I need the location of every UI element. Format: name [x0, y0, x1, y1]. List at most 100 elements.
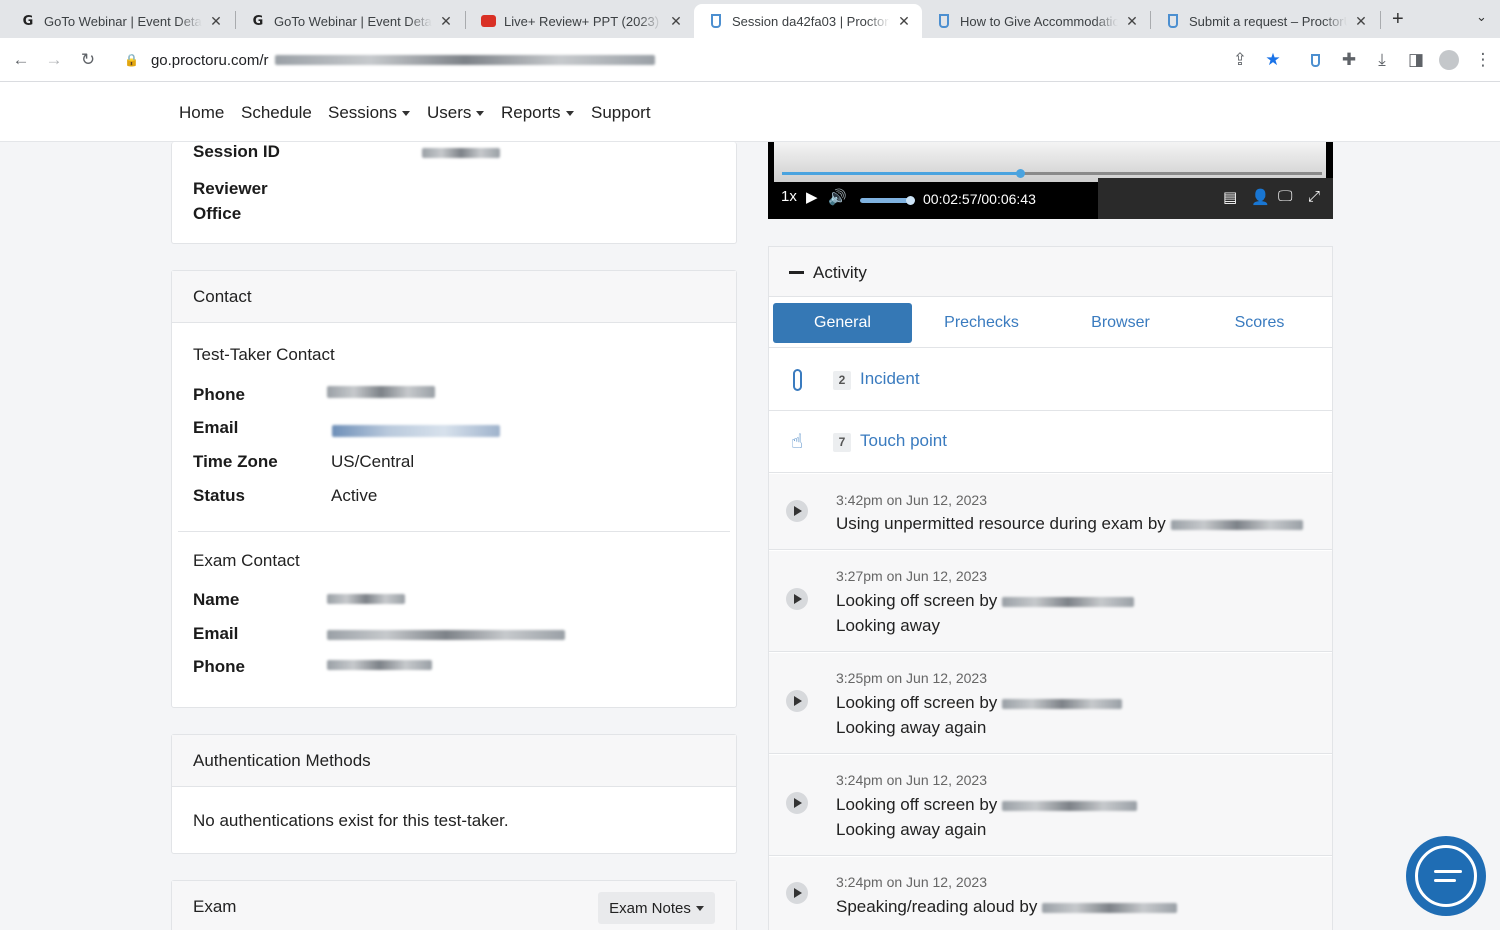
volume-icon[interactable]: 🔊 [828, 188, 847, 206]
session-details-card: Session ID Reviewer Office [171, 142, 737, 244]
play-event-icon[interactable] [786, 500, 808, 522]
activity-event[interactable]: 3:27pm on Jun 12, 2023 Looking off scree… [769, 551, 1332, 652]
browser-tab-3[interactable]: Live+ Review+ PPT (2023) ✕ [466, 4, 694, 38]
play-event-icon[interactable] [786, 792, 808, 814]
reload-icon[interactable]: ↻ [77, 49, 99, 71]
exam-contact-title: Exam Contact [193, 551, 300, 570]
video-frame [774, 142, 1326, 182]
play-event-icon[interactable] [786, 690, 808, 712]
bookmark-star-icon[interactable]: ★ [1262, 49, 1284, 71]
activity-event[interactable]: 3:42pm on Jun 12, 2023 Using unpermitted… [769, 474, 1332, 550]
play-event-icon[interactable] [786, 882, 808, 904]
browser-tab-4-active[interactable]: Session da42fa03 | ProctorU ✕ [694, 4, 922, 38]
redacted-url [274, 55, 655, 65]
close-tab-icon[interactable]: ✕ [668, 13, 684, 30]
browser-tab-5[interactable]: How to Give Accommodations ✕ [922, 4, 1150, 38]
browser-toolbar: ← → ↻ 🔒 go.proctoru.com/r ⇪ ★ ✚ ⤓ ◨ ⋮ [0, 38, 1500, 82]
close-tab-icon[interactable]: ✕ [1124, 13, 1140, 30]
nav-reports-label: Reports [501, 103, 561, 122]
browser-tab-1[interactable]: G GoTo Webinar | Event Detail ✕ [6, 4, 234, 38]
download-icon[interactable]: ⤓ [1371, 49, 1393, 71]
nav-home[interactable]: Home [179, 103, 224, 123]
activity-event[interactable]: 3:25pm on Jun 12, 2023 Looking off scree… [769, 653, 1332, 754]
nav-reports-dropdown[interactable]: Reports [501, 103, 574, 123]
event-timestamp: 3:24pm on Jun 12, 2023 [836, 772, 988, 788]
browser-tab-2[interactable]: G GoTo Webinar | Event Detail ✕ [236, 4, 464, 38]
caret-down-icon [476, 111, 485, 117]
activity-event[interactable]: 3:24pm on Jun 12, 2023 Looking off scree… [769, 755, 1332, 856]
event-text-label: Using unpermitted resource during exam b… [836, 514, 1166, 533]
event-text-label: Looking off screen by [836, 795, 998, 814]
play-event-icon[interactable] [786, 588, 808, 610]
lock-icon: 🔒 [124, 53, 139, 67]
activity-event[interactable]: 3:24pm on Jun 12, 2023 Speaking/reading … [769, 857, 1332, 930]
thermometer-icon [785, 367, 809, 393]
side-panel-icon[interactable]: ◨ [1405, 49, 1427, 71]
close-tab-icon[interactable]: ✕ [896, 13, 912, 30]
scrubber-handle[interactable] [1015, 169, 1025, 178]
volume-handle[interactable] [906, 196, 915, 205]
slides-icon [480, 13, 496, 29]
time-zone-value: US/Central [331, 452, 415, 471]
session-video-player[interactable]: 1x ▶ 🔊 00:02:57/00:06:43 ▤ 👤 🖵 ⤢ [768, 142, 1333, 219]
tab-general[interactable]: General [773, 303, 912, 343]
touch-point-label: Touch point [860, 431, 947, 450]
event-text: Looking off screen by [836, 795, 1138, 815]
session-id-label: Session ID [193, 142, 280, 161]
volume-slider[interactable] [860, 196, 915, 205]
nav-support[interactable]: Support [591, 103, 651, 123]
tab-browser[interactable]: Browser [1051, 303, 1190, 343]
video-scrubber[interactable] [782, 169, 1322, 178]
proctoru-extension-icon[interactable] [1304, 49, 1326, 71]
test-taker-contact-title: Test-Taker Contact [193, 345, 335, 364]
nav-schedule[interactable]: Schedule [241, 103, 312, 123]
activity-tabs: General Prechecks Browser Scores [769, 298, 1332, 348]
no-authentications-text: No authentications exist for this test-t… [193, 811, 509, 830]
caret-down-icon [565, 111, 574, 117]
proctoru-icon [708, 13, 724, 29]
close-tab-icon[interactable]: ✕ [438, 13, 454, 30]
tab-scores[interactable]: Scores [1190, 303, 1329, 343]
category-touch-point[interactable]: ☝ 7 Touch point [769, 411, 1332, 473]
share-icon[interactable]: ⇪ [1229, 49, 1251, 71]
browser-tab-bar: G GoTo Webinar | Event Detail ✕ G GoTo W… [0, 0, 1500, 38]
fullscreen-icon[interactable]: ⤢ [1308, 188, 1320, 205]
tab-separator [1380, 11, 1381, 29]
incident-count-badge: 2 [833, 371, 851, 390]
profile-avatar-icon[interactable] [1438, 49, 1460, 71]
extensions-puzzle-icon[interactable]: ✚ [1338, 49, 1360, 71]
screen-icon[interactable]: 🖵 [1278, 188, 1292, 205]
nav-sessions-dropdown[interactable]: Sessions [328, 103, 410, 123]
collapse-minus-icon[interactable] [789, 271, 804, 274]
video-frame-dark-region [1098, 178, 1333, 219]
event-timestamp: 3:25pm on Jun 12, 2023 [836, 670, 988, 686]
tab-title: Session da42fa03 | ProctorU [732, 13, 890, 29]
playback-speed-button[interactable]: 1x [781, 188, 797, 205]
close-tab-icon[interactable]: ✕ [208, 13, 224, 30]
tab-title: GoTo Webinar | Event Detail [44, 13, 202, 29]
forward-arrow-icon[interactable]: → [43, 49, 65, 71]
layout-icon[interactable]: ▤ [1223, 188, 1237, 206]
activity-header[interactable]: Activity [769, 247, 1332, 297]
new-tab-button[interactable]: + [1392, 8, 1404, 31]
google-g-icon: G [252, 13, 264, 29]
nav-users-dropdown[interactable]: Users [427, 103, 485, 123]
browser-menu-icon[interactable]: ⋮ [1472, 49, 1494, 71]
close-tab-icon[interactable]: ✕ [1353, 13, 1369, 30]
tab-prechecks[interactable]: Prechecks [912, 303, 1051, 343]
tab-search-chevron-icon[interactable]: ⌄ [1476, 9, 1487, 25]
person-icon[interactable]: 👤 [1251, 188, 1270, 206]
category-incident[interactable]: 2 Incident [769, 349, 1332, 411]
redacted-exam-email [327, 630, 565, 640]
address-bar[interactable]: 🔒 go.proctoru.com/r [112, 44, 1302, 76]
play-icon[interactable]: ▶ [806, 188, 818, 206]
exam-contact-email-label: Email [193, 624, 239, 643]
event-text-label: Looking off screen by [836, 591, 998, 610]
back-arrow-icon[interactable]: ← [10, 49, 32, 71]
exam-contact-name-label: Name [193, 590, 240, 609]
exam-notes-button[interactable]: Exam Notes [598, 892, 715, 924]
caret-down-icon [401, 111, 410, 117]
support-chat-button[interactable] [1406, 836, 1486, 916]
browser-tab-6[interactable]: Submit a request – ProctorU ✕ [1151, 4, 1379, 38]
proctoru-icon [936, 13, 952, 29]
